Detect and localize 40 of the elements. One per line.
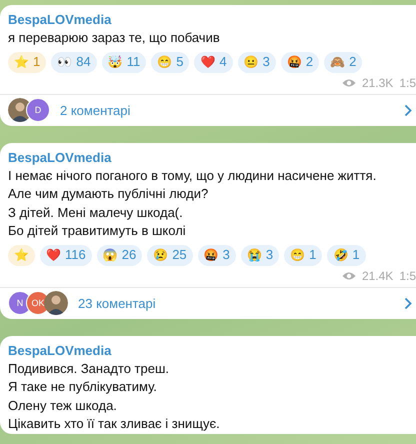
reaction-chip[interactable]: 🤬 3 xyxy=(198,244,236,266)
chevron-right-icon[interactable] xyxy=(404,296,412,310)
reaction-chip[interactable]: 👀 84 xyxy=(51,52,97,72)
reaction-chip[interactable]: 😱 26 xyxy=(96,244,142,266)
message-text: я переварюю зараз те, що побачив xyxy=(8,29,221,47)
message-text: Олену теж шкода. xyxy=(8,396,118,415)
channel-name[interactable]: BespaLOVmedia xyxy=(8,342,416,360)
reaction-chip[interactable]: 😢 25 xyxy=(147,244,193,266)
message-text: Я таке не публікуватиму. xyxy=(8,378,158,396)
message-text: Але чим думають публічні люди? xyxy=(8,185,210,203)
comments-link[interactable]: 23 коментарі xyxy=(78,296,404,310)
reaction-chip[interactable]: ⭐ xyxy=(8,244,35,266)
message-text: Цікавить хто її так зливає і знищує. xyxy=(8,415,221,433)
comments-link[interactable]: 2 коментарі xyxy=(60,102,404,118)
message-time: 1:5 xyxy=(399,76,416,90)
avatar: D xyxy=(26,98,50,122)
message-time: 1:5 xyxy=(399,268,416,282)
eye-icon xyxy=(342,78,356,88)
reaction-chip[interactable]: 😐 3 xyxy=(238,52,276,72)
reaction-chip[interactable]: 😁 1 xyxy=(284,244,322,266)
message-text: Бо дітей травитимуть в школі xyxy=(8,222,187,240)
reaction-chip[interactable]: 😁 5 xyxy=(151,52,190,72)
view-count: 21.4K xyxy=(362,268,394,282)
channel-name[interactable]: BespaLOVmedia xyxy=(8,148,416,166)
message-text: З дітей. Мені малечу шкода(. xyxy=(8,204,184,222)
view-count: 21.3K xyxy=(362,76,394,90)
eye-icon xyxy=(342,270,356,280)
reaction-chip[interactable]: ❤ 4 xyxy=(194,52,233,72)
reaction-chip[interactable]: 🤬 2 xyxy=(280,52,320,72)
reaction-chip[interactable]: 🙈 2 xyxy=(324,52,362,72)
reaction-chip[interactable]: 🤣 1 xyxy=(327,244,366,266)
reaction-chip[interactable]: ❤ 116 xyxy=(40,244,92,266)
message-text: Подивився. Занадто треш. xyxy=(8,360,170,378)
reaction-chip[interactable]: ⭐ 1 xyxy=(8,52,46,72)
reaction-chip[interactable]: 🤯 11 xyxy=(102,52,146,72)
avatar-photo xyxy=(44,291,68,315)
message-text: І немає нічого поганого в тому, що у людини насичене життя. xyxy=(8,166,378,185)
channel-name[interactable]: BespaLOVmedia xyxy=(8,11,416,29)
chevron-right-icon[interactable] xyxy=(404,104,412,116)
reaction-chip[interactable]: 😭 3 xyxy=(240,244,280,266)
